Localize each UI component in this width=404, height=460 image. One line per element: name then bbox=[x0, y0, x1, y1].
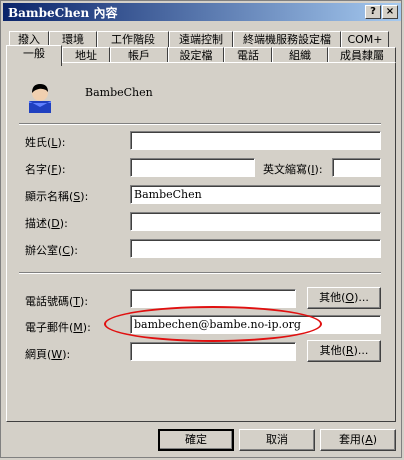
initials-input[interactable] bbox=[332, 158, 381, 177]
display-name-input[interactable]: BambeChen bbox=[130, 185, 381, 204]
annotation-circle bbox=[104, 306, 322, 342]
last-name-label: 姓氏(L): bbox=[25, 136, 66, 149]
email-label: 電子郵件(M): bbox=[25, 321, 91, 334]
apply-button[interactable]: 套用(A) bbox=[320, 429, 396, 451]
display-name-label: 顯示名稱(S): bbox=[25, 190, 89, 203]
separator bbox=[19, 272, 381, 274]
separator bbox=[19, 123, 381, 125]
help-button[interactable]: ? bbox=[365, 5, 381, 19]
office-label: 辦公室(C): bbox=[25, 244, 78, 257]
last-name-input[interactable] bbox=[130, 131, 381, 150]
first-name-input[interactable] bbox=[130, 158, 255, 177]
window-title: BambeChen 內容 bbox=[8, 6, 118, 20]
cancel-button[interactable]: 取消 bbox=[239, 429, 315, 451]
description-input[interactable] bbox=[130, 212, 381, 231]
phone-label: 電話號碼(T): bbox=[25, 295, 89, 308]
ok-button[interactable]: 確定 bbox=[158, 429, 234, 451]
other-phone-button[interactable]: 其他(O)... bbox=[307, 287, 381, 309]
webpage-label: 網頁(W): bbox=[25, 348, 71, 361]
close-button[interactable]: × bbox=[382, 5, 398, 19]
properties-dialog: BambeChen 內容 ? × 撥入 環境 工作階段 遠端控制 終端機服務設定… bbox=[0, 0, 402, 458]
other-webpage-button[interactable]: 其他(R)... bbox=[307, 340, 381, 362]
webpage-input[interactable] bbox=[130, 342, 296, 361]
tab-general[interactable]: 一般 bbox=[6, 45, 62, 66]
user-icon bbox=[29, 84, 51, 113]
description-label: 描述(D): bbox=[25, 217, 68, 230]
title-bar: BambeChen 內容 ? × bbox=[3, 3, 401, 21]
office-input[interactable] bbox=[130, 239, 381, 258]
initials-label: 英文縮寫(I): bbox=[263, 163, 323, 176]
first-name-label: 名字(F): bbox=[25, 163, 66, 176]
user-display-name: BambeChen bbox=[85, 86, 153, 99]
